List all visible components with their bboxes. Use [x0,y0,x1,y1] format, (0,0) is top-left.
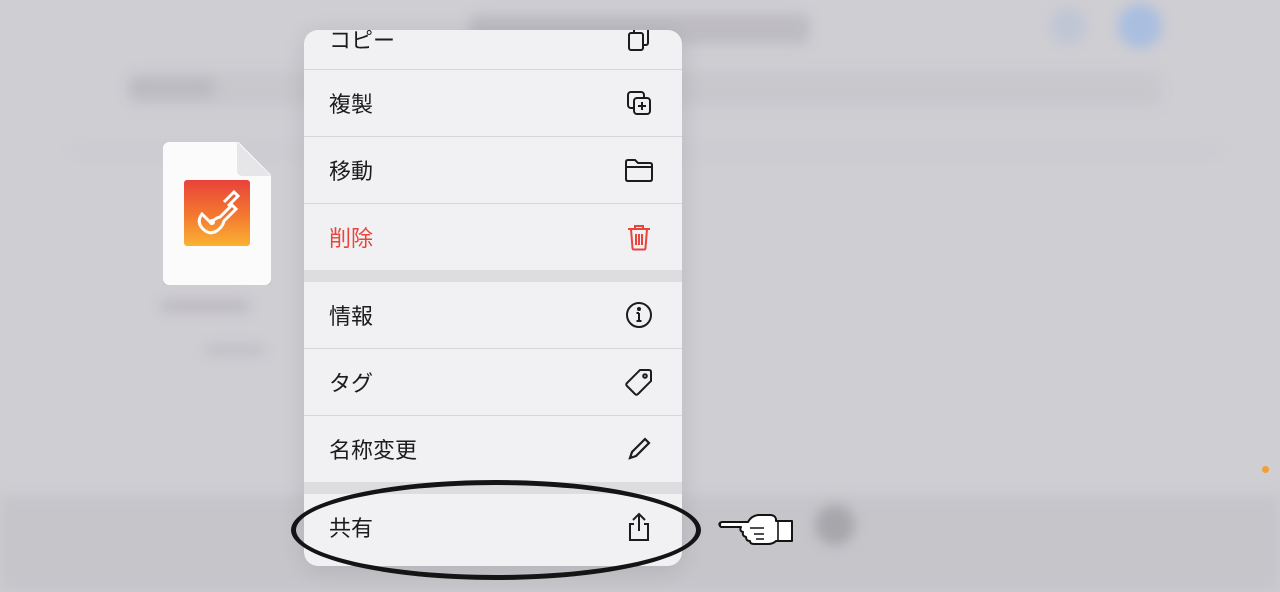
status-dot [1262,466,1269,473]
menu-item-label: コピー [329,30,396,54]
menu-item-delete[interactable]: 削除 [304,204,682,270]
menu-item-label: 名称変更 [329,439,418,464]
menu-item-label: 情報 [329,305,374,330]
tag-icon [624,367,654,397]
duplicate-icon [624,88,654,118]
background-filename [160,300,250,312]
trash-icon [624,222,654,252]
info-icon [624,300,654,330]
menu-section-gap [304,270,682,282]
pencil-icon [624,434,654,464]
background-button-accent [1118,4,1162,48]
page-fold-icon [237,142,271,176]
copy-icon [624,30,654,54]
garageband-guitar-icon [184,180,250,246]
background-button [1050,8,1086,44]
menu-item-label: タグ [329,372,374,397]
menu-item-move[interactable]: 移動 [304,137,682,203]
menu-item-rename[interactable]: 名称変更 [304,416,682,482]
menu-item-label: 複製 [329,93,374,118]
menu-item-label: 削除 [329,227,374,252]
pointing-hand-icon [718,514,793,545]
menu-item-tags[interactable]: タグ [304,349,682,415]
background-label [130,78,214,98]
menu-item-duplicate[interactable]: 複製 [304,70,682,136]
background-avatar [815,505,855,545]
menu-item-copy[interactable]: コピー [304,30,682,69]
menu-item-info[interactable]: 情報 [304,282,682,348]
menu-item-label: 移動 [329,160,374,185]
background-file-meta [205,345,265,355]
highlight-ellipse [291,480,701,580]
folder-icon [624,155,654,185]
